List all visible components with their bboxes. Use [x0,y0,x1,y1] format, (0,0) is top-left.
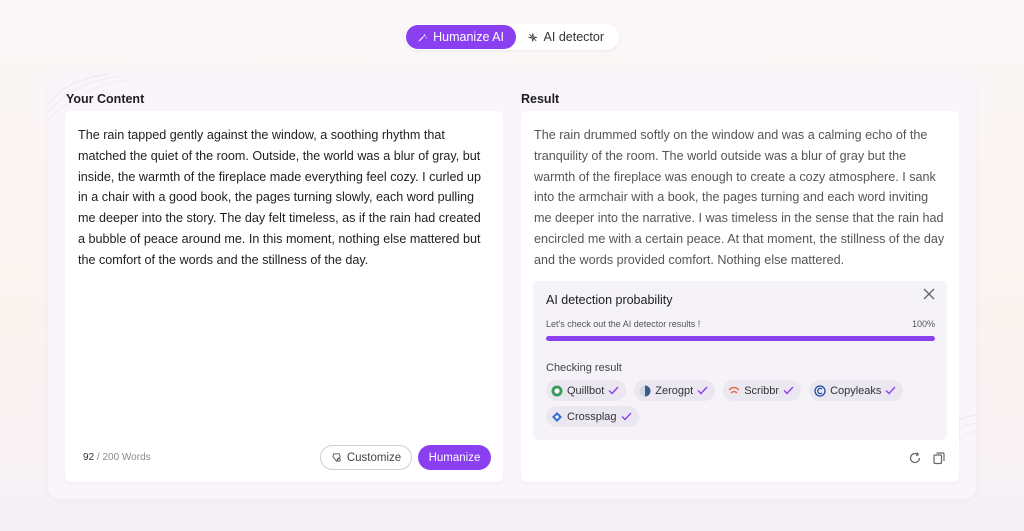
magic-wand-icon [418,33,427,41]
detector-name: Zerogpt [655,384,694,397]
detector-chip-scribbr: Scribbr [723,380,802,401]
detector-chip-row-2: Crossplag [546,406,639,427]
detection-title: AI detection probability [546,293,673,307]
check-icon [697,386,708,395]
detector-name: Copyleaks [830,384,882,397]
ai-detector-tab-label: AI detector [543,30,604,44]
word-count-limit: / 200 Words [94,452,151,463]
zerogpt-logo-icon [639,385,651,396]
result-text: The rain drummed softly on the window an… [534,128,945,267]
customize-button-label: Customize [346,451,402,464]
refresh-icon[interactable] [908,451,922,465]
detector-chip-copyleaks: Copyleaks [809,380,904,401]
customize-button[interactable]: Customize [320,445,412,470]
detector-chip-zerogpt: Zerogpt [634,380,716,401]
detector-name: Scribbr [744,384,780,397]
detection-box: AI detection probability Let's check out… [533,281,947,440]
sliders-icon [332,453,341,462]
check-icon [621,412,632,421]
crossplag-logo-icon [552,411,562,422]
check-icon [608,386,619,395]
checking-result-label: Checking result [546,362,622,374]
detection-subtitle: Let's check out the AI detector results … [546,319,701,329]
detector-chip-crossplag: Crossplag [546,406,639,427]
your-content-title: Your Content [66,92,145,106]
humanize-ai-tab-label: Humanize AI [433,30,504,44]
close-icon[interactable] [921,286,937,302]
copyleaks-logo-icon [814,384,826,397]
main-card: Your Content Result The rain tapped gent… [48,74,976,499]
humanize-button[interactable]: Humanize [418,445,491,470]
input-panel[interactable]: The rain tapped gently against the windo… [65,111,503,482]
ai-detector-tab[interactable]: AI detector [516,25,616,49]
detector-name: Quillbot [567,384,605,397]
copy-icon[interactable] [932,451,946,465]
result-panel: The rain drummed softly on the window an… [521,111,959,482]
sparkle-icon [528,32,537,42]
detector-name: Crossplag [567,410,617,423]
detector-chip-row-1: Quillbot Zerogpt Scribbr Copyleaks [546,380,904,401]
quillbot-logo-icon [551,385,563,396]
word-count: 92 / 200 Words [83,452,151,463]
check-icon [783,386,794,395]
input-text[interactable]: The rain tapped gently against the windo… [78,125,490,271]
mode-toggle: Humanize AI AI detector [405,24,619,50]
detection-progress-fill [546,336,935,341]
detector-chip-quillbot: Quillbot [546,380,627,401]
check-icon [885,386,896,395]
word-count-current: 92 [83,452,95,463]
scribbr-logo-icon [728,386,740,394]
detection-progress-track [546,336,935,341]
result-title: Result [521,92,560,106]
humanize-ai-tab[interactable]: Humanize AI [406,25,516,49]
detection-percent: 100% [911,319,935,329]
